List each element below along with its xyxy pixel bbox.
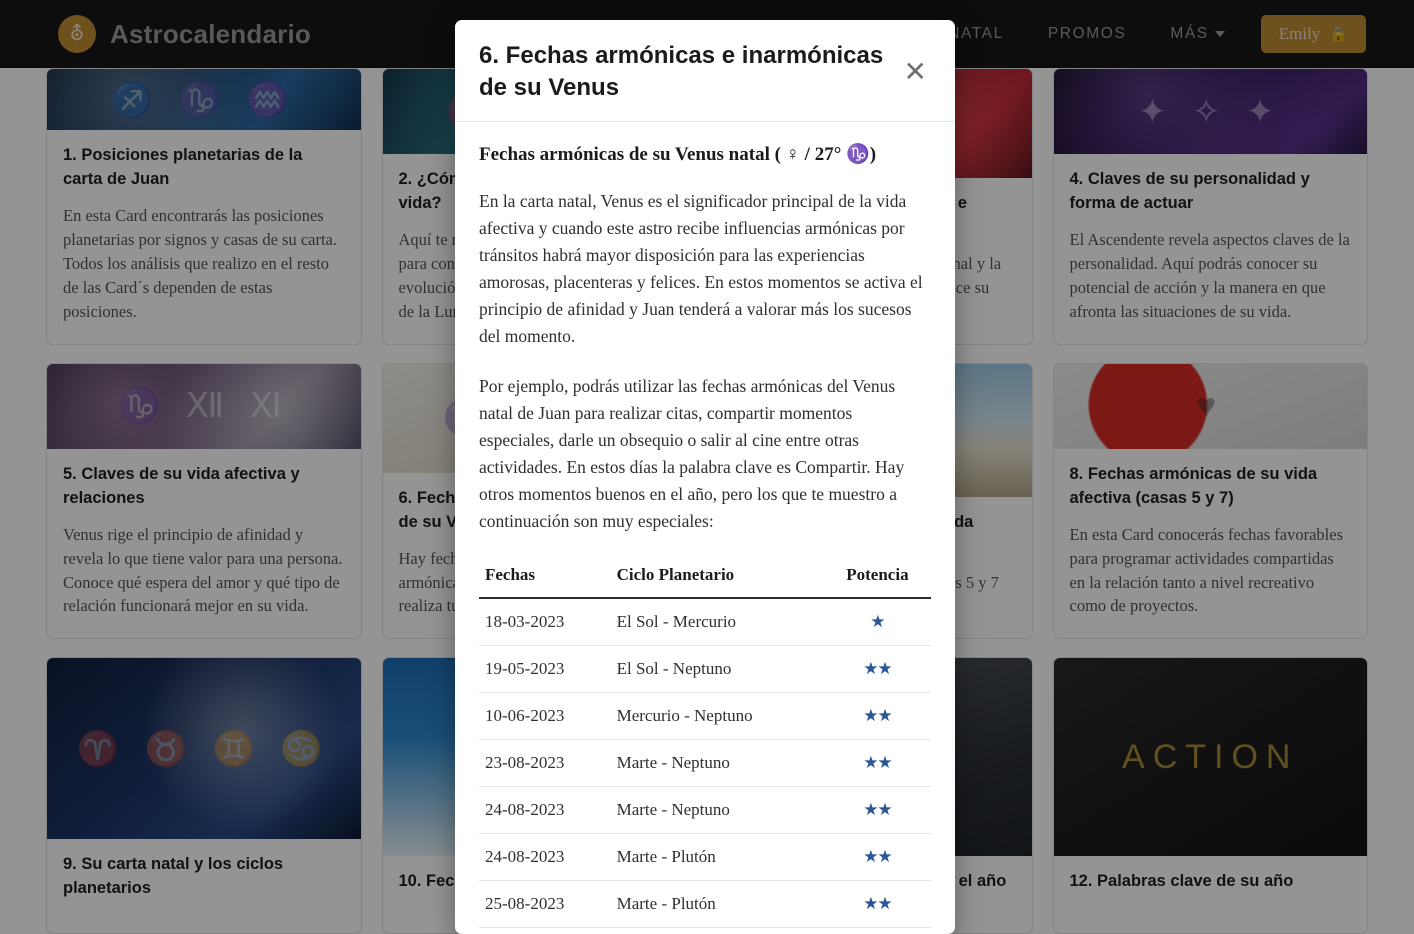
star-rating-icon: ★★ [863,847,893,867]
cell-ciclo: El Sol - Mercurio [610,598,824,647]
cell-potencia: ★★ [823,833,931,882]
modal-paragraph-2: Por ejemplo, podrás utilizar las fechas … [479,375,905,532]
modal-subtitle-prefix: Fechas armónicas de su Venus natal ( [479,143,786,165]
modal-subtitle: Fechas armónicas de su Venus natal ( ♀ /… [479,142,931,166]
harmonic-dates-table: Fechas Ciclo Planetario Potencia 18-03-2… [479,557,931,934]
table-row: 21-09-2023El Sol - Plutón★★ [479,927,931,934]
cell-potencia: ★★ [823,692,931,741]
cell-potencia: ★★ [823,739,931,788]
cell-fecha: 24-08-2023 [479,786,611,835]
cell-ciclo: Marte - Neptuno [610,786,824,835]
cell-fecha: 19-05-2023 [479,645,611,694]
cell-ciclo: Marte - Plutón [610,880,824,929]
cell-ciclo: Marte - Neptuno [610,739,824,788]
column-header-potencia: Potencia [823,557,931,600]
venus-glyph-icon: ♀ [785,143,800,165]
star-rating-icon: ★★ [863,894,893,914]
modal-subtitle-degree: / 27° [799,143,847,165]
modal-paragraph-1: En la carta natal, Venus es el significa… [479,190,923,347]
table-head: Fechas Ciclo Planetario Potencia [479,557,931,600]
cell-fecha: 23-08-2023 [479,739,611,788]
cell-potencia: ★ [823,598,931,647]
table-row: 18-03-2023 El Sol - Mercurio ★ [479,598,931,647]
column-header-fechas: Fechas [479,557,611,600]
table-row: 24-08-2023 Marte - Plutón ★★ [479,833,931,882]
close-icon[interactable]: ✕ [900,56,931,88]
cell-fecha: 24-08-2023 [479,833,611,882]
star-rating-icon: ★★ [863,753,893,773]
star-rating-icon: ★ [870,612,885,632]
cell-fecha: 10-06-2023 [479,692,611,741]
modal-body: Fechas armónicas de su Venus natal ( ♀ /… [455,122,955,934]
cell-potencia: ★★ [823,786,931,835]
cell-ciclo: El Sol - Neptuno [610,645,824,694]
cell-potencia: ★★ [823,645,931,694]
card-detail-modal: 6. Fechas armónicas e inarmónicas de su … [455,20,955,934]
table-row: 19-05-2023 El Sol - Neptuno ★★ [479,645,931,694]
star-rating-icon: ★★ [863,659,893,679]
table-body: 18-03-2023 El Sol - Mercurio ★ 19-05-2023 El… [479,598,931,934]
table-row: 25-08-2023 Marte - Plutón ★★ [479,880,931,929]
cell-fecha: 21-09-2023 [479,927,611,934]
star-rating-icon: ★★ [863,800,893,820]
cell-ciclo: Mercurio - Neptuno [610,692,824,741]
cell-fecha: 18-03-2023 [479,598,611,647]
modal-subtitle-suffix: ) [869,143,877,165]
capricorn-glyph-icon: ♑ [846,143,870,165]
modal-header: 6. Fechas armónicas e inarmónicas de su … [455,20,955,122]
table-header-row: Fechas Ciclo Planetario Potencia [479,557,931,600]
modal-title: 6. Fechas armónicas e inarmónicas de su … [479,42,884,102]
cell-potencia: ★★ [823,927,931,934]
column-header-ciclo: Ciclo Planetario [610,557,824,600]
cell-ciclo: Marte - Plutón [610,833,824,882]
cell-fecha: 25-08-2023 [479,880,611,929]
star-rating-icon: ★★ [863,706,893,726]
cell-potencia: ★★ [823,880,931,929]
table-row: 23-08-2023 Marte - Neptuno ★★ [479,739,931,788]
table-row: 24-08-2023 Marte - Neptuno ★★ [479,786,931,835]
table-row: 10-06-2023 Mercurio - Neptuno ★★ [479,692,931,741]
cell-ciclo: El Sol - Plutón [610,927,824,934]
